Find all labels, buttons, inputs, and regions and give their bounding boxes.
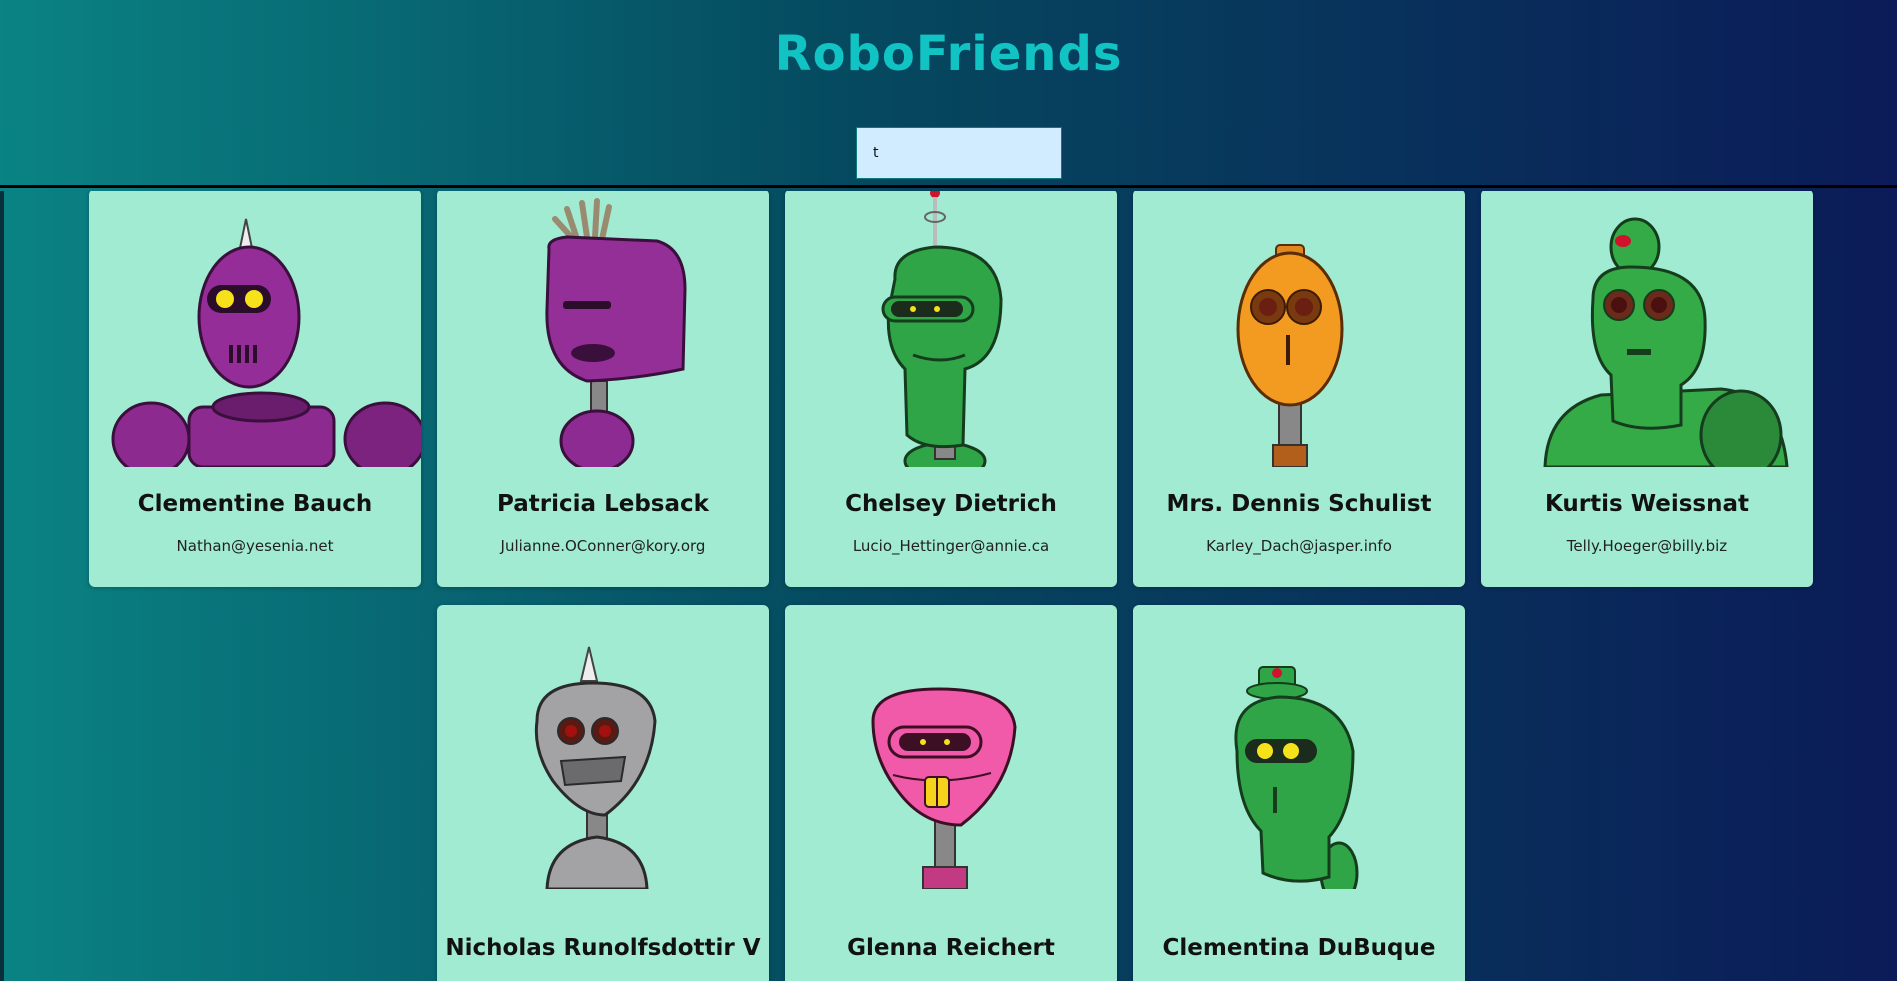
robot-gray-spike-icon (534, 646, 657, 889)
app-title: RoboFriends (774, 26, 1123, 82)
robot-purple-spike-icon (111, 218, 421, 467)
robot-name: Clementina DuBuque (1162, 935, 1436, 961)
robot-orange-seven-icon: 7 (1236, 244, 1344, 467)
robot-name: Kurtis Weissnat (1544, 491, 1749, 517)
robot-purple-block-icon (545, 198, 687, 467)
robot-card[interactable]: Kurtis Weissnat Telly.Hoeger@billy.biz (1481, 191, 1813, 587)
robot-pink-visor-icon (871, 687, 1017, 889)
robot-card[interactable]: Chelsey Dietrich Lucio_Hettinger@annie.c… (785, 191, 1117, 587)
robot-name: Chelsey Dietrich (845, 491, 1057, 517)
robot-name: Patricia Lebsack (497, 491, 709, 517)
robot-card[interactable]: Patricia Lebsack Julianne.OConner@kory.o… (437, 191, 769, 587)
search-input[interactable] (856, 127, 1062, 179)
robot-green-antenna-icon (881, 191, 1003, 467)
robot-card[interactable]: Nicholas Runolfsdottir V (437, 605, 769, 981)
robot-name: Nicholas Runolfsdottir V (445, 935, 761, 961)
robot-email: Nathan@yesenia.net (176, 537, 334, 555)
robot-card[interactable]: 7 Mrs. Dennis Schulist Karley_Dach@jaspe… (1133, 191, 1465, 587)
robot-card[interactable]: Clementina DuBuque (1133, 605, 1465, 981)
app-header: RoboFriends (0, 0, 1897, 188)
robot-name: Mrs. Dennis Schulist (1166, 491, 1432, 517)
robot-email: Lucio_Hettinger@annie.ca (852, 537, 1050, 555)
robot-name: Glenna Reichert (847, 935, 1055, 961)
robot-email: Telly.Hoeger@billy.biz (1566, 537, 1728, 555)
robot-email: Julianne.OConner@kory.org (500, 537, 706, 555)
robot-green-dome-icon (1543, 217, 1789, 467)
card-list[interactable]: Clementine Bauch Nathan@yesenia.net Patr… (0, 191, 1897, 981)
robot-email: Karley_Dach@jasper.info (1206, 537, 1392, 555)
robot-green-hat-icon (1234, 666, 1359, 889)
robot-name: Clementine Bauch (137, 491, 373, 517)
robot-card[interactable]: Clementine Bauch Nathan@yesenia.net (89, 191, 421, 587)
robot-card[interactable]: Glenna Reichert (785, 605, 1117, 981)
